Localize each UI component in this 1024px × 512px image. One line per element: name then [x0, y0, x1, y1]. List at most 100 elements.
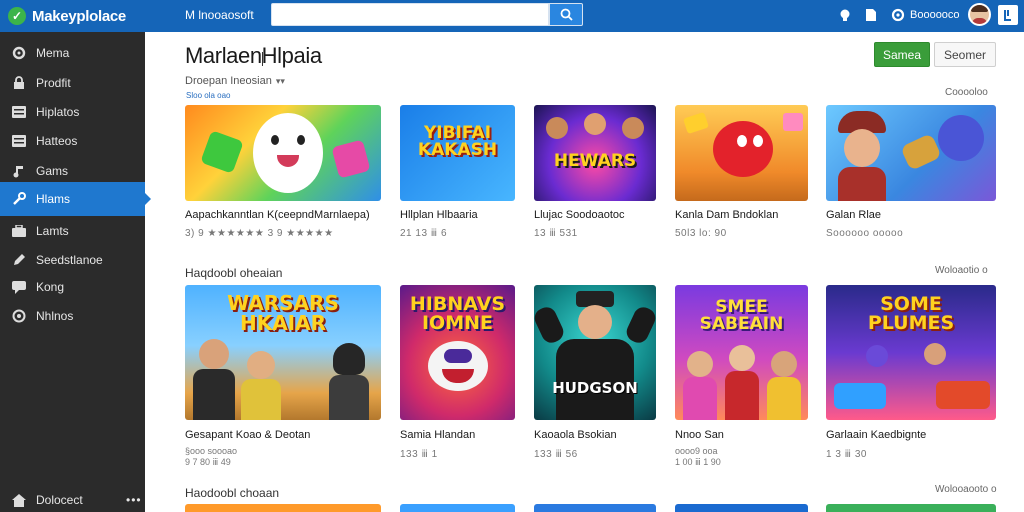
- game-card-peek[interactable]: [826, 504, 996, 512]
- sidebar-item-label: Kong: [36, 280, 65, 294]
- game-title: Kanla Dam Bndoklan: [675, 209, 779, 221]
- character-face: [844, 129, 880, 167]
- sort-dropdown[interactable]: Droepan Ineosian ▾▾: [185, 75, 285, 87]
- document-icon: [866, 9, 876, 21]
- game-card-peek[interactable]: [675, 504, 808, 512]
- circle-icon: [12, 309, 26, 323]
- weapon-shape: [900, 133, 942, 171]
- sidebar-footer[interactable]: Dolocect: [0, 488, 145, 512]
- search-button[interactable]: [549, 3, 583, 26]
- chevron-down-icon: ▾▾: [275, 75, 285, 86]
- character-arm: [534, 304, 567, 346]
- character-head: [866, 345, 888, 367]
- vehicle-shape: [936, 381, 990, 409]
- view-all-link[interactable]: Cooooloo: [945, 87, 988, 98]
- game-title: Samia Hlandan: [400, 429, 476, 441]
- game-rating: 9 7 80 ⅲ 49: [185, 457, 231, 467]
- sidebar-item-label: Nhlnos: [36, 309, 74, 323]
- section-view-all[interactable]: Woloaotio o: [935, 265, 988, 276]
- section-view-all[interactable]: Wolooaooto o: [935, 484, 997, 495]
- game-card-peek[interactable]: [400, 504, 515, 512]
- game-title: Garlaain Kaedbignte: [826, 429, 927, 441]
- notification-button[interactable]: [837, 7, 853, 23]
- game-logo-text: HEWARS: [553, 151, 637, 171]
- game-card[interactable]: HEWARS Llujac Soodoaotoc 13 ⅲ 531: [534, 105, 656, 245]
- more-options-button[interactable]: •••: [126, 493, 142, 507]
- search-input[interactable]: [271, 3, 549, 26]
- sidebar-item-label: Seedstlanoe: [36, 253, 103, 267]
- filter-link[interactable]: Sloo ola oao: [186, 91, 230, 100]
- bracket-icon: [1004, 10, 1011, 21]
- game-card[interactable]: Aapachkanntlan K(ceepndMarnlaepa) 3) 9 ★…: [185, 105, 381, 245]
- game-card-peek[interactable]: [185, 504, 381, 512]
- character-face: [253, 113, 323, 193]
- game-rating: 133 ⅲ 1: [400, 449, 438, 460]
- search-icon: [560, 8, 573, 21]
- character-head: [729, 345, 755, 371]
- game-thumbnail: [826, 105, 996, 201]
- game-card[interactable]: SOME PLUMES Garlaain Kaedbignte 1 3 ⅲ 30: [826, 285, 996, 470]
- game-card[interactable]: HIBNAVS IOMNE Samia Hlandan 133 ⅲ 1: [400, 285, 515, 470]
- avatar-body: [972, 18, 987, 24]
- sidebar-item-label: Hlams: [36, 192, 71, 206]
- brand[interactable]: ✓ Makeyplolace: [8, 5, 126, 27]
- game-thumbnail: YIBIFAI KAKASH: [400, 105, 515, 201]
- lock-icon: [12, 76, 26, 90]
- sidebar-item-nhlnos[interactable]: Nhlnos: [0, 299, 145, 333]
- character-body: [725, 371, 759, 420]
- game-rating: 1 3 ⅲ 30: [826, 449, 867, 460]
- game-thumbnail: SMEE SABEAIN: [675, 285, 808, 420]
- bell-icon: [840, 9, 850, 21]
- game-title: Galan Rlae: [826, 209, 882, 221]
- game-logo-text: YIBIFAI KAKASH: [417, 123, 498, 160]
- sidebar-item-label: Mema: [36, 46, 70, 60]
- game-card[interactable]: HUDGSON Kaoaola Bsokian 133 ⅲ 56: [534, 285, 656, 470]
- game-card[interactable]: SMEE SABEAIN Nnoo San oooo9 ooa 1 00 ⅲ 1…: [675, 285, 808, 470]
- character-body: [329, 375, 369, 420]
- wrench-icon: [12, 192, 26, 206]
- game-logo-text: WARSARS HKAIAR: [227, 291, 339, 335]
- character-head: [924, 343, 946, 365]
- secondary-button[interactable]: Seomer: [934, 42, 996, 67]
- character-face: [938, 115, 984, 161]
- avatar[interactable]: [968, 3, 991, 26]
- briefcase-icon: [12, 224, 26, 238]
- window-button[interactable]: [998, 5, 1018, 25]
- sidebar-item-label: Gams: [36, 164, 69, 178]
- sidebar-item-hatteos[interactable]: Hatteos: [0, 124, 145, 158]
- character-head: [247, 351, 275, 379]
- user-name[interactable]: Boooooco: [910, 9, 960, 21]
- game-card[interactable]: WARSARS HKAIAR Gesapant Koao & Deotan §o…: [185, 285, 381, 470]
- pencil-icon: [12, 253, 26, 267]
- text-cursor: [262, 52, 263, 66]
- sidebar-item-label: Hatteos: [36, 134, 78, 148]
- list-icon: [12, 134, 26, 148]
- game-logo-text: SMEE SABEAIN: [699, 297, 784, 334]
- game-card[interactable]: YIBIFAI KAKASH Hllplan Hlbaaria 21 13 ⅲ …: [400, 105, 515, 245]
- game-subtitle: oooo9 ooa: [675, 446, 718, 456]
- sidebar-item-label: Lamts: [36, 224, 69, 238]
- sidebar-item-hlams[interactable]: Hlams: [0, 182, 151, 216]
- game-card[interactable]: Galan Rlae Soooooo ooooo: [826, 105, 996, 245]
- messages-button[interactable]: [863, 7, 879, 23]
- vehicle-shape: [834, 383, 886, 409]
- top-bar: ✓ Makeyplolace M lnooaosoft Boooooco: [0, 0, 1024, 32]
- game-title: Aapachkanntlan K(ceepndMarnlaepa): [185, 209, 370, 221]
- top-nav-link[interactable]: M lnooaosoft: [185, 8, 254, 22]
- character-head: [199, 339, 229, 369]
- character-eye: [753, 135, 763, 147]
- primary-button[interactable]: Samea: [874, 42, 930, 67]
- game-rating: 3) 9 ★★★★★★ 3 9 ★★★★★: [185, 228, 334, 239]
- game-card[interactable]: Kanla Dam Bndoklan 50l3 lo: 90: [675, 105, 808, 245]
- game-rating: 21 13 ⅲ 6: [400, 228, 448, 239]
- sidebar-item-mema[interactable]: Mema: [0, 36, 145, 70]
- game-card-peek[interactable]: [534, 504, 656, 512]
- settings-button[interactable]: [890, 7, 906, 23]
- chat-icon: [12, 280, 26, 294]
- character-head: [771, 351, 797, 377]
- character-body: [713, 121, 773, 177]
- game-rating: Soooooo ooooo: [826, 228, 904, 239]
- character-eye: [271, 135, 279, 145]
- gear-icon: [891, 8, 905, 22]
- character-body: [767, 377, 801, 420]
